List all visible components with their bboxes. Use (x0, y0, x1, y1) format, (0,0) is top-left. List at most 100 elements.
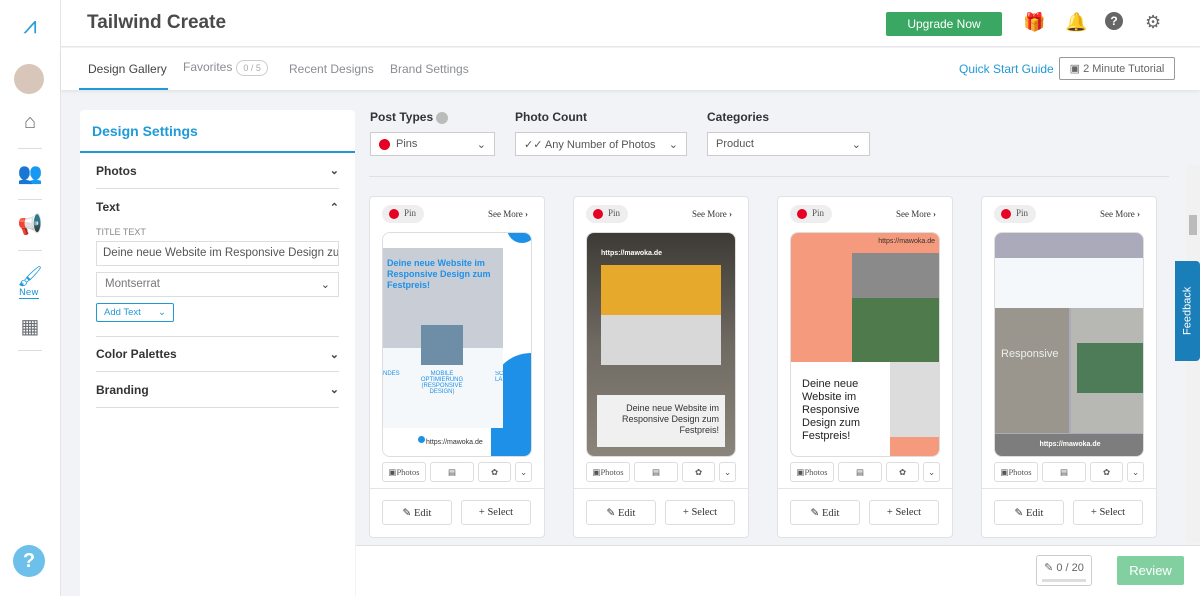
photo-count-value: Any Number of Photos (544, 138, 656, 151)
pencil-icon: ✎ (810, 507, 822, 519)
photos-section-label: Photos (96, 163, 137, 178)
palette-button[interactable]: ✿ (682, 462, 715, 482)
chevron-down-icon: ⌄ (329, 165, 339, 177)
palette-icon: ✿ (1102, 466, 1111, 477)
pin-feature: MOBILE OPTIMIERUNG (RESPONSIVE DESIGN) (420, 371, 464, 395)
design-settings-panel: Design Settings Photos ⌄ Text ⌃ TITLE TEXT… (80, 110, 355, 596)
edit-button[interactable]: ✎ Edit (382, 500, 452, 525)
categories-label: Categories (707, 110, 770, 124)
feedback-tab[interactable]: Feedback (1175, 261, 1200, 361)
tutorial-button[interactable]: ▣ 2 Minute Tutorial (1059, 57, 1175, 80)
photo-count-select[interactable]: ✓✓ Any Number of Photos ⌄ (515, 132, 687, 156)
palette-button[interactable]: ✿ (1090, 462, 1123, 482)
see-more-link[interactable]: See More › (692, 209, 732, 219)
bell-icon[interactable]: 🔔 (1065, 12, 1087, 33)
see-more-link[interactable]: See More › (896, 209, 936, 219)
quick-start-guide-link[interactable]: Quick Start Guide (959, 62, 1054, 76)
pin-preview[interactable]: https://mawoka.de Deine neue Website im R… (790, 232, 940, 457)
palette-button[interactable]: ✿ (886, 462, 919, 482)
chevron-down-icon: ⌄ (329, 384, 339, 396)
photos-button[interactable]: ▣ Photos (994, 462, 1038, 482)
pin-preview[interactable]: Responsive https://mawoka.de (994, 232, 1144, 457)
edit-button[interactable]: ✎ Edit (790, 500, 860, 525)
select-button[interactable]: + Select (461, 500, 531, 525)
see-more-link[interactable]: See More › (1100, 209, 1140, 219)
analytics-icon[interactable]: ▦ (16, 312, 44, 340)
see-more-link[interactable]: See More › (488, 209, 528, 219)
footer-bar: ✎ 0 / 20 Review (356, 545, 1200, 596)
categories-value: Product (716, 138, 754, 150)
review-button[interactable]: Review (1117, 556, 1184, 585)
chevron-down-icon: ⌄ (927, 466, 936, 477)
edit-button[interactable]: ✎ Edit (994, 500, 1064, 525)
pin-url: https://mawoka.de (995, 434, 1143, 456)
more-options-button[interactable]: ⌄ (1127, 462, 1144, 482)
avatar[interactable] (14, 64, 44, 94)
help-icon[interactable]: ? (1105, 12, 1123, 30)
layout-icon: ▤ (651, 466, 661, 477)
chevron-down-icon: ⌄ (519, 466, 528, 477)
select-button[interactable]: + Select (869, 500, 939, 525)
photos-button[interactable]: ▣ Photos (790, 462, 834, 482)
image-icon: ▣ (796, 466, 805, 477)
pin-badge: Pin (790, 205, 832, 223)
brush-icon[interactable]: 🖌 (16, 262, 44, 290)
palette-button[interactable]: ✿ (478, 462, 511, 482)
pencil-icon: ✎ (1014, 507, 1026, 519)
font-select[interactable]: Montserrat ⌄ (96, 272, 339, 297)
chevron-up-icon: ⌃ (329, 201, 339, 214)
favorites-count-badge: 0 / 5 (236, 60, 268, 76)
chevron-down-icon: ⌄ (851, 138, 861, 151)
title-text-label: TITLE TEXT (96, 227, 146, 237)
layout-button[interactable]: ▤ (1042, 462, 1086, 482)
pin-headline: Deine neue Website im Responsive Design … (387, 258, 491, 290)
categories-select[interactable]: Product ⌄ (707, 132, 870, 156)
upgrade-button[interactable]: Upgrade Now (886, 12, 1002, 36)
info-icon[interactable] (436, 111, 449, 124)
color-palettes-section[interactable]: Color Palettes ⌄ (96, 336, 339, 372)
top-bar: Tailwind Create Upgrade Now 🎁 🔔 ? ⚙ (61, 0, 1200, 47)
pin-headline: Deine neue Website im Responsive Design … (597, 395, 725, 447)
branding-section[interactable]: Branding ⌄ (96, 372, 339, 408)
post-types-select[interactable]: Pins ⌄ (370, 132, 495, 156)
chevron-down-icon: ⌄ (320, 279, 330, 291)
more-options-button[interactable]: ⌄ (719, 462, 736, 482)
more-options-button[interactable]: ⌄ (923, 462, 940, 482)
new-label[interactable]: New (19, 288, 39, 299)
design-card[interactable]: Pin See More › Deine neue Website im Res… (369, 196, 545, 538)
help-bubble-icon[interactable]: ? (13, 545, 45, 577)
home-icon[interactable]: ⌂ (16, 108, 44, 136)
more-options-button[interactable]: ⌄ (515, 462, 532, 482)
gift-icon[interactable]: 🎁 (1023, 12, 1045, 33)
pin-preview[interactable]: Deine neue Website im Responsive Design … (382, 232, 532, 457)
tab-design-gallery[interactable]: Design Gallery (88, 62, 167, 76)
gear-icon[interactable]: ⚙ (1145, 12, 1161, 33)
add-text-dropdown[interactable]: Add Text ⌄ (96, 303, 174, 322)
selection-counter: ✎ 0 / 20 (1036, 555, 1092, 586)
tailwind-logo-icon: ⩘ (23, 12, 37, 39)
design-card[interactable]: Pin See More › https://mawoka.de Deine ne… (573, 196, 749, 538)
design-card[interactable]: Pin See More › Responsive https://mawoka.… (981, 196, 1157, 538)
users-icon[interactable]: 👥 (16, 159, 44, 187)
photos-button[interactable]: ▣ Photos (586, 462, 630, 482)
tab-recent-designs[interactable]: Recent Designs (289, 62, 374, 76)
design-card[interactable]: Pin See More › https://mawoka.de Deine ne… (777, 196, 953, 538)
palette-icon: ✿ (490, 466, 499, 477)
pin-preview[interactable]: https://mawoka.de Deine neue Website im R… (586, 232, 736, 457)
text-section-header[interactable]: Text ⌃ (96, 189, 339, 225)
tab-favorites[interactable]: Favorites 0 / 5 (183, 60, 268, 76)
select-button[interactable]: + Select (1073, 500, 1143, 525)
tab-brand-settings[interactable]: Brand Settings (390, 62, 469, 76)
megaphone-icon[interactable]: 📢 (16, 210, 44, 238)
edit-button[interactable]: ✎ Edit (586, 500, 656, 525)
chevron-down-icon: ⌄ (1131, 466, 1140, 477)
pin-badge: Pin (382, 205, 424, 223)
title-text-input[interactable]: Deine neue Website im Responsive Design … (96, 241, 339, 266)
layout-button[interactable]: ▤ (838, 462, 882, 482)
layout-button[interactable]: ▤ (430, 462, 474, 482)
select-button[interactable]: + Select (665, 500, 735, 525)
chevron-down-icon: ⌄ (329, 348, 339, 361)
photos-button[interactable]: ▣ Photos (382, 462, 426, 482)
photos-section[interactable]: Photos ⌄ (96, 153, 339, 189)
layout-button[interactable]: ▤ (634, 462, 678, 482)
